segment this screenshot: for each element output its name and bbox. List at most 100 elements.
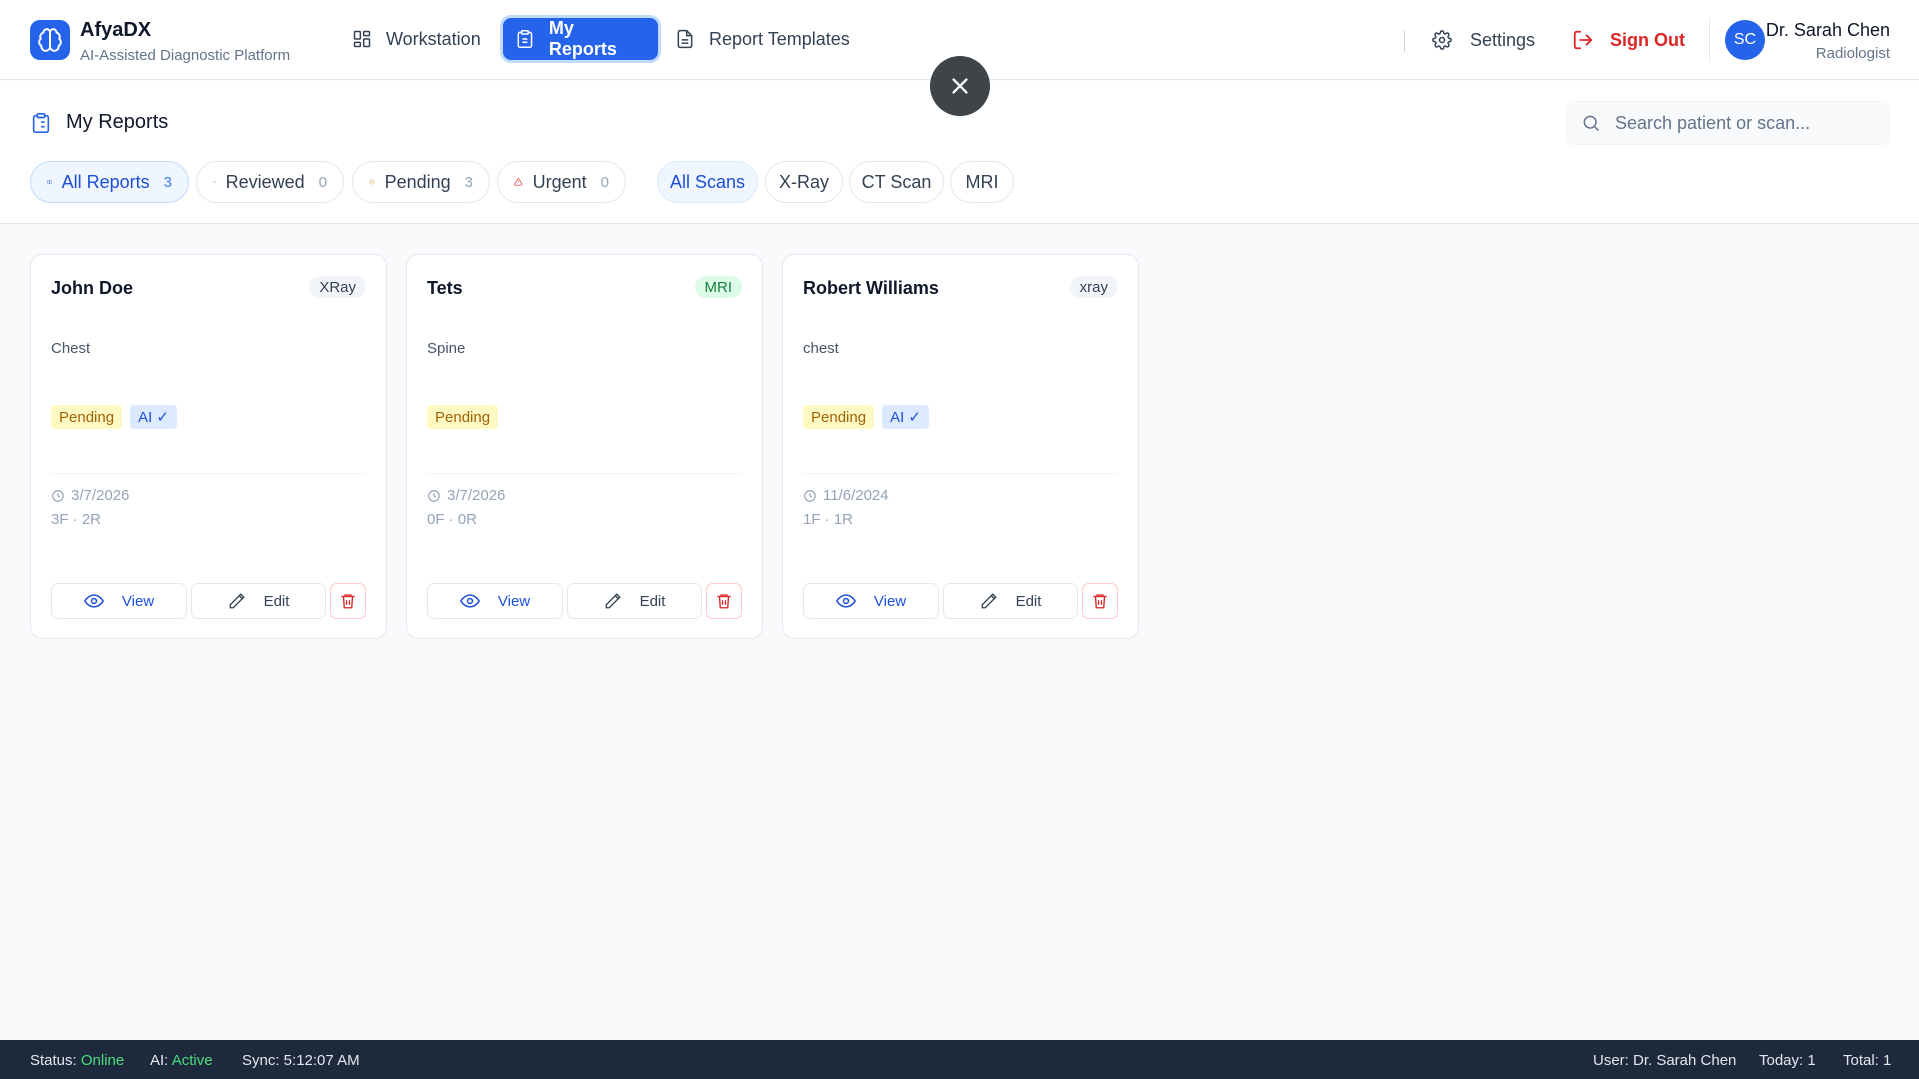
clock-icon [52, 489, 64, 502]
card-divider [803, 473, 1118, 474]
card-divider [427, 473, 742, 474]
view-label: View [121, 592, 155, 610]
gear-icon [1432, 30, 1452, 50]
filter-count: 3 [163, 173, 172, 191]
filter-count: 0 [600, 173, 609, 191]
edit-button[interactable]: Edit [943, 583, 1078, 619]
settings-button[interactable]: Settings [1432, 22, 1535, 58]
grid-icon [353, 30, 371, 48]
delete-button[interactable] [1082, 583, 1118, 619]
nav-workstation-label: Workstation [386, 28, 481, 49]
eye-icon [83, 594, 104, 608]
patient-name: Tets [427, 278, 463, 298]
page-title: My Reports [30, 111, 168, 134]
edit-label: Edit [1015, 592, 1042, 610]
book-open-icon [47, 180, 52, 184]
top-header: AfyaDX AI-Assisted Diagnostic Platform W… [0, 0, 1919, 116]
scan-type-badge: XRay [309, 276, 366, 298]
scan-filter-label: X-Ray [779, 171, 830, 192]
pencil-icon [981, 593, 997, 609]
report-tags: Pending AI ✓ [803, 405, 929, 429]
edit-label: Edit [639, 592, 666, 610]
clock-icon [428, 489, 440, 502]
pencil-icon [605, 593, 621, 609]
header-divider [1404, 30, 1405, 52]
report-date: 3/7/2026 [51, 487, 129, 504]
scan-filter-label: All Scans [669, 171, 746, 192]
scan-filter-label: MRI [965, 171, 999, 192]
clock-icon [369, 179, 375, 185]
nav-my-reports[interactable]: My Reports [503, 18, 658, 60]
sign-out-label: Sign Out [1610, 29, 1685, 50]
close-icon [952, 78, 968, 94]
body-part: chest [803, 340, 839, 357]
report-card[interactable]: Tets MRI Spine Pending 3/7/2026 0F · 0R … [406, 254, 763, 639]
nav-report-templates[interactable]: Report Templates [663, 18, 862, 60]
total-count: Total: 1 [1843, 1052, 1892, 1069]
connection-status: Status: Online [30, 1052, 124, 1069]
filter-urgent[interactable]: Urgent 0 [497, 161, 626, 203]
filter-reviewed[interactable]: Reviewed 0 [196, 161, 344, 203]
edit-label: Edit [263, 592, 290, 610]
report-date-text: 3/7/2026 [71, 487, 130, 504]
body-part: Chest [51, 340, 91, 357]
report-card[interactable]: John Doe XRay Chest Pending AI ✓ 3/7/202… [30, 254, 387, 639]
filter-count: 0 [318, 173, 327, 191]
brain-logo-icon[interactable] [30, 20, 70, 60]
search-box[interactable] [1566, 101, 1890, 145]
scan-filter-ct[interactable]: CT Scan [849, 161, 944, 203]
status-value: Online [80, 1052, 125, 1069]
trash-icon [1093, 594, 1107, 609]
pencil-icon [229, 593, 245, 609]
report-tags: Pending AI ✓ [51, 405, 177, 429]
view-button[interactable]: View [427, 583, 563, 619]
sign-out-button[interactable]: Sign Out [1572, 22, 1685, 58]
ai-value: Active [171, 1052, 213, 1069]
finding-counts: 0F · 0R [427, 511, 478, 528]
status-bar: Status: Online AI: Active Sync: 5:12:07 … [0, 1040, 1919, 1079]
clock-icon [804, 489, 816, 502]
close-button[interactable] [930, 56, 990, 116]
edit-button[interactable]: Edit [567, 583, 702, 619]
report-tags: Pending [427, 405, 499, 429]
delete-button[interactable] [706, 583, 742, 619]
alert-triangle-icon [514, 178, 523, 186]
status-user: User: Dr. Sarah Chen [1593, 1052, 1737, 1069]
status-badge: Pending [51, 405, 123, 429]
filter-pending[interactable]: Pending 3 [352, 161, 490, 203]
filter-label: Urgent [532, 171, 587, 192]
app-tagline: AI-Assisted Diagnostic Platform [80, 47, 291, 64]
patient-name: John Doe [51, 278, 134, 298]
view-button[interactable]: View [51, 583, 187, 619]
today-count: Today: 1 [1759, 1052, 1816, 1069]
nav-report-templates-label: Report Templates [709, 28, 850, 49]
report-date: 3/7/2026 [427, 487, 505, 504]
card-divider [51, 473, 366, 474]
search-input[interactable] [1615, 112, 1875, 134]
view-label: View [497, 592, 531, 610]
scan-filter-xray[interactable]: X-Ray [765, 161, 843, 203]
trash-icon [341, 594, 355, 609]
scan-filter-all[interactable]: All Scans [657, 161, 758, 203]
scan-filter-mri[interactable]: MRI [950, 161, 1014, 203]
eye-icon [835, 594, 856, 608]
delete-button[interactable] [330, 583, 366, 619]
clipboard-icon [517, 29, 533, 49]
user-name: Dr. Sarah Chen [1765, 20, 1890, 40]
view-button[interactable]: View [803, 583, 939, 619]
avatar[interactable]: SC [1725, 20, 1765, 60]
status-badge: Pending [803, 405, 875, 429]
trash-icon [717, 594, 731, 609]
patient-name: Robert Williams [803, 278, 939, 298]
status-label: Status: [30, 1052, 77, 1069]
report-card[interactable]: Robert Williams xray chest Pending AI ✓ … [782, 254, 1139, 639]
clipboard-list-icon [32, 112, 50, 133]
report-date-text: 3/7/2026 [447, 487, 506, 504]
filter-count: 3 [464, 173, 473, 191]
nav-workstation[interactable]: Workstation [340, 18, 493, 60]
edit-button[interactable]: Edit [191, 583, 326, 619]
ai-label: AI: [150, 1052, 169, 1069]
filter-label: Pending [384, 171, 451, 192]
nav-my-reports-label: My Reports [548, 18, 617, 59]
filter-all-reports[interactable]: All Reports 3 [30, 161, 189, 203]
